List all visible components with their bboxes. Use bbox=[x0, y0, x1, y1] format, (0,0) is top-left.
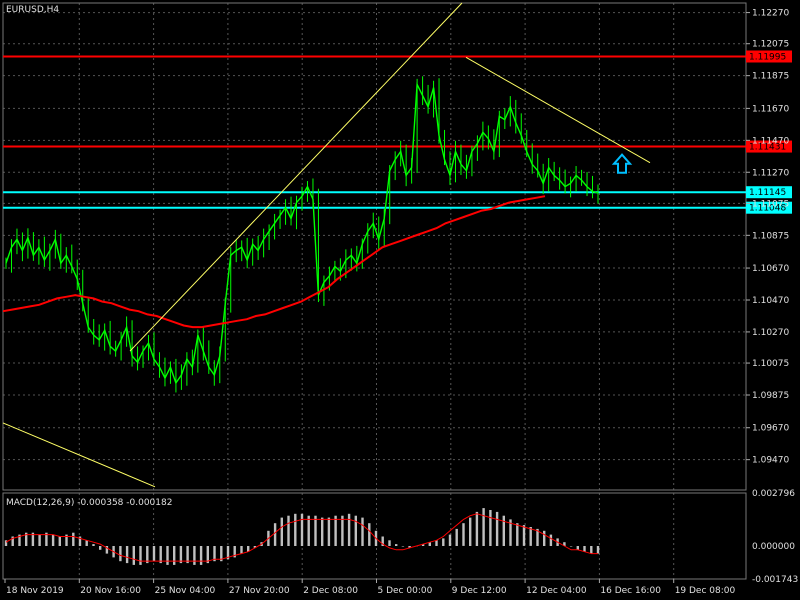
macd-histogram-bar bbox=[99, 546, 102, 550]
price-tick-label: 1.10470 bbox=[752, 296, 789, 306]
level-price-label: 1.11995 bbox=[749, 52, 786, 62]
macd-histogram-bar bbox=[152, 546, 156, 562]
price-tick-label: 1.10670 bbox=[752, 264, 789, 274]
macd-histogram-bar bbox=[442, 538, 445, 546]
macd-histogram-bar bbox=[173, 546, 176, 565]
macd-histogram-bar bbox=[166, 546, 169, 565]
macd-histogram-bar bbox=[590, 546, 593, 554]
macd-histogram-bar bbox=[549, 534, 553, 546]
price-tick-label: 1.10270 bbox=[752, 328, 789, 338]
macd-label: MACD(12,26,9) -0.000358 -0.000182 bbox=[6, 498, 172, 508]
level-price-label: 1.11145 bbox=[749, 188, 786, 198]
price-tick-label: 1.09875 bbox=[752, 391, 789, 401]
macd-histogram-bar bbox=[240, 546, 243, 554]
macd-histogram-bar bbox=[287, 515, 290, 546]
macd-histogram-bar bbox=[146, 546, 149, 564]
macd-histogram-bar bbox=[159, 546, 162, 564]
macd-histogram-bar bbox=[300, 513, 304, 546]
macd-histogram-bar bbox=[583, 546, 586, 552]
macd-histogram-bar bbox=[51, 534, 55, 546]
macd-histogram-bar bbox=[455, 528, 458, 546]
macd-tick-label: -0.001743 bbox=[752, 575, 798, 585]
macd-histogram-bar bbox=[294, 513, 297, 546]
macd-histogram-bar bbox=[368, 523, 371, 546]
time-tick-label: 5 Dec 00:00 bbox=[378, 586, 433, 596]
macd-histogram-bar bbox=[321, 517, 324, 546]
macd-histogram-bar bbox=[475, 511, 479, 546]
price-tick-label: 1.12270 bbox=[752, 9, 789, 19]
time-tick-label: 25 Nov 04:00 bbox=[155, 586, 216, 596]
macd-histogram-bar bbox=[388, 540, 391, 546]
price-tick-label: 1.11875 bbox=[752, 72, 789, 82]
macd-histogram-bar bbox=[543, 530, 546, 546]
macd-histogram-bar bbox=[38, 534, 41, 546]
symbol-title: EURUSD,H4 bbox=[6, 5, 59, 15]
time-tick-label: 12 Dec 04:00 bbox=[526, 586, 587, 596]
price-tick-label: 1.11270 bbox=[752, 168, 789, 178]
macd-histogram-bar bbox=[469, 517, 472, 546]
time-tick-label: 9 Dec 12:00 bbox=[452, 586, 507, 596]
macd-histogram-bar bbox=[314, 515, 317, 546]
price-tick-label: 1.09470 bbox=[752, 456, 789, 466]
price-tick-label: 1.09670 bbox=[752, 424, 789, 434]
price-axis: 1.12270 1.12075 1.11875 1.11670 1.11470 1.112… bbox=[746, 9, 789, 466]
macd-histogram-bar bbox=[347, 513, 351, 546]
price-tick-label: 1.10075 bbox=[752, 359, 789, 369]
macd-histogram-bar bbox=[462, 523, 465, 546]
macd-histogram-bar bbox=[489, 510, 492, 546]
macd-histogram-bar bbox=[576, 546, 579, 550]
time-tick-label: 2 Dec 08:00 bbox=[303, 586, 358, 596]
macd-histogram-bar bbox=[72, 532, 75, 546]
macd-histogram-bar bbox=[280, 517, 283, 546]
macd-tick-label: 0.000000 bbox=[752, 542, 795, 552]
macd-histogram-bar bbox=[401, 546, 405, 547]
macd-histogram-bar bbox=[482, 508, 485, 546]
macd-histogram-bar bbox=[596, 546, 600, 554]
macd-histogram-bar bbox=[495, 511, 499, 546]
macd-histogram-bar bbox=[85, 540, 88, 546]
time-tick-label: 20 Nov 16:00 bbox=[80, 586, 141, 596]
time-tick-label: 27 Nov 20:00 bbox=[229, 586, 290, 596]
macd-histogram-bar bbox=[92, 544, 95, 546]
price-tick-label: 1.12075 bbox=[752, 40, 789, 50]
macd-histogram-bar bbox=[522, 525, 526, 546]
macd-histogram-bar bbox=[58, 536, 61, 546]
macd-histogram-bar bbox=[502, 515, 505, 546]
time-tick-label: 18 Nov 2019 bbox=[6, 586, 64, 596]
price-tick-label: 1.11670 bbox=[752, 104, 789, 114]
macd-tick-label: 0.002796 bbox=[752, 489, 795, 499]
macd-histogram-bar bbox=[125, 546, 129, 564]
macd-histogram-bar bbox=[139, 546, 142, 565]
macd-histogram-bar bbox=[327, 517, 331, 546]
macd-histogram-bar bbox=[341, 515, 344, 546]
macd-histogram-bar bbox=[307, 515, 310, 546]
macd-histogram-bar bbox=[132, 546, 135, 565]
macd-histogram-bar bbox=[273, 523, 277, 546]
trading-chart[interactable]: 1.119951.114311.111451.11048 EURUSD,H4 M… bbox=[0, 0, 800, 600]
macd-histogram-bar bbox=[435, 540, 438, 546]
time-tick-label: 19 Dec 08:00 bbox=[675, 586, 736, 596]
macd-histogram-bar bbox=[193, 546, 196, 565]
macd-histogram-bar bbox=[186, 546, 189, 564]
macd-histogram-bar bbox=[179, 546, 183, 564]
macd-histogram-bar bbox=[569, 546, 573, 547]
macd-histogram-bar bbox=[529, 527, 532, 546]
macd-histogram-bar bbox=[334, 515, 337, 546]
macd-histogram-bar bbox=[354, 515, 357, 546]
macd-histogram-bar bbox=[119, 546, 122, 562]
time-tick-label: 16 Dec 16:00 bbox=[600, 586, 661, 596]
price-tick-label: 1.11075 bbox=[752, 199, 789, 209]
macd-histogram-bar bbox=[395, 544, 398, 546]
macd-histogram-bar bbox=[361, 517, 364, 546]
macd-histogram-bar bbox=[448, 534, 452, 546]
price-tick-label: 1.10875 bbox=[752, 231, 789, 241]
macd-histogram-bar bbox=[199, 546, 203, 565]
macd-histogram-bar bbox=[516, 523, 519, 546]
price-tick-label: 1.11470 bbox=[752, 136, 789, 146]
